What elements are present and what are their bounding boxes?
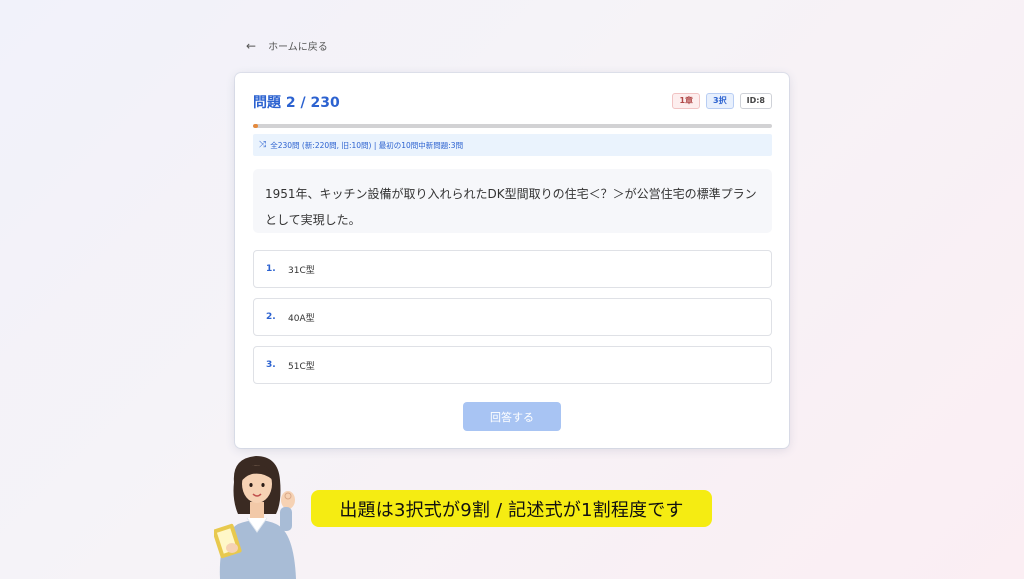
woman-illustration [212,452,302,579]
submit-answer-button[interactable]: 回答する [463,402,561,431]
answer-option-2[interactable]: 2. 40A型 [253,298,772,336]
badge-group: 1章 3択 ID:8 [672,93,772,109]
info-bar: ⤨ 全230問 (新:220問, 旧:10問) | 最初の10問中新問題:3問 [253,134,772,156]
arrow-left-icon: ← [246,38,257,53]
option-text: 31C型 [288,265,315,276]
caption-banner: 出題は3択式が9割 / 記述式が1割程度です [311,490,712,527]
option-number: 1. [266,264,276,274]
question-type-badge: 3択 [706,93,734,109]
question-id-badge: ID:8 [739,93,772,109]
progress-fill [253,124,258,128]
option-text: 40A型 [288,313,315,324]
back-label: ホームに戻る [268,42,328,53]
back-to-home-link[interactable]: ← ホームに戻る [246,38,328,54]
question-text: 1951年、キッチン設備が取り入れられたDK型間取りの住宅＜？＞が公営住宅の標準… [253,169,772,233]
chapter-badge: 1章 [672,93,701,109]
question-counter: 問題 2 / 230 [253,95,340,111]
option-number: 2. [266,312,276,322]
answer-option-1[interactable]: 1. 31C型 [253,250,772,288]
progress-bar [253,124,772,128]
option-text: 51C型 [288,361,315,372]
info-text: 全230問 (新:220問, 旧:10問) | 最初の10問中新問題:3問 [270,140,464,150]
shuffle-icon: ⤨ [259,140,267,150]
woman-illustration-svg [212,456,296,579]
quiz-card: 問題 2 / 230 1章 3択 ID:8 ⤨ 全230問 (新:220問, 旧… [235,73,789,448]
answer-option-3[interactable]: 3. 51C型 [253,346,772,384]
option-number: 3. [266,360,276,370]
